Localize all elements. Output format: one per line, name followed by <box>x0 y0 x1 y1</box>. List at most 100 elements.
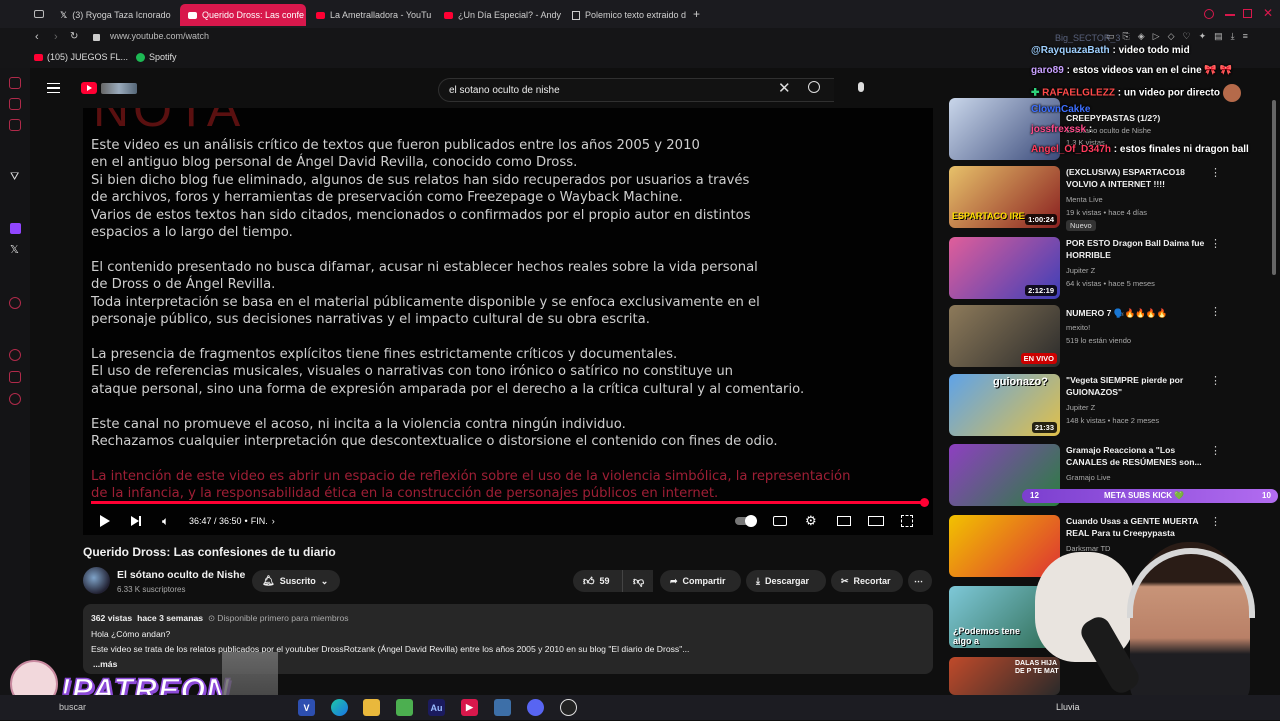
history-icon[interactable] <box>9 349 21 361</box>
autoplay-toggle[interactable] <box>735 512 757 530</box>
news-icon[interactable] <box>9 119 21 131</box>
miniplayer-button[interactable] <box>837 512 851 530</box>
puzzle-icon[interactable]: ✦ <box>1199 31 1215 41</box>
tab-ametralladora[interactable]: La Ametralladora - YouTu <box>308 4 434 26</box>
vscode-app-icon[interactable] <box>494 699 511 716</box>
recommendation-item[interactable]: ESPARTACO IRE 1:00:24 (EXCLUSIVA) ESPART… <box>949 166 1221 231</box>
tab-polemico-texto[interactable]: Polemico texto extraido d <box>564 4 690 26</box>
chevron-right-icon[interactable]: › <box>272 516 275 526</box>
tab-un-dia-especial[interactable]: ¿Un Día Especial? - Andy <box>436 4 562 26</box>
workspace-icon[interactable] <box>9 77 21 89</box>
video-thumbnail[interactable]: EN VIVO <box>949 305 1060 367</box>
weather-label[interactable]: Lluvia <box>1056 702 1080 712</box>
search-input[interactable]: el sotano oculto de nishe <box>438 78 834 102</box>
play-icon[interactable]: ▷ <box>1153 31 1168 41</box>
recommendation-title[interactable]: "Vegeta SIEMPRE pierde por GUIONAZOS" <box>1066 374 1206 398</box>
recommendation-channel[interactable]: Gramajo Live <box>1066 473 1111 482</box>
more-vertical-icon[interactable]: ⋮ <box>1210 166 1221 179</box>
chapter-label[interactable]: FIN. <box>251 516 268 526</box>
guide-menu-icon[interactable] <box>47 83 60 93</box>
tab-menu-icon[interactable] <box>34 10 44 18</box>
progress-bar[interactable] <box>91 498 929 507</box>
scrub-handle[interactable] <box>919 498 929 507</box>
volume-button[interactable]: 🔈︎ <box>162 512 169 530</box>
recommendation-item[interactable]: EN VIVO NUMERO 7 🗣️🔥🔥🔥🔥 mexito! 519 lo e… <box>949 305 1221 369</box>
new-tab-plus-icon[interactable]: + <box>693 7 700 21</box>
extensions-icon[interactable] <box>9 371 21 383</box>
download-icon[interactable]: ⤓ <box>1231 31 1243 41</box>
reload-icon[interactable]: ↻ <box>70 31 78 42</box>
gaming-icon[interactable] <box>9 98 21 110</box>
cube-icon[interactable]: ◇ <box>1168 31 1183 41</box>
more-vertical-icon[interactable]: ⋮ <box>1210 305 1221 318</box>
snapshot-icon[interactable]: ⎘ <box>1123 31 1138 41</box>
video-thumbnail[interactable]: ESPARTACO IRE 1:00:24 <box>949 166 1060 228</box>
bookmark-juegos[interactable]: (105) JUEGOS FL... <box>34 52 128 62</box>
recommendation-channel[interactable]: mexito! <box>1066 323 1090 332</box>
fullscreen-button[interactable] <box>901 512 913 530</box>
taskbar-search-label[interactable]: buscar <box>59 702 86 712</box>
obs-app-icon[interactable] <box>560 699 577 716</box>
settings-icon[interactable] <box>9 393 21 405</box>
subtitles-button[interactable] <box>773 512 787 530</box>
forward-icon[interactable]: › <box>54 31 58 43</box>
heart-icon[interactable]: ♡ <box>1182 31 1198 41</box>
search-button[interactable] <box>808 81 820 93</box>
clip-button[interactable]: ✂ Recortar <box>831 570 903 592</box>
vpn-icon[interactable]: ◈ <box>1138 31 1153 41</box>
theater-mode-button[interactable] <box>868 512 884 530</box>
recommendation-channel[interactable]: Menta Live <box>1066 195 1103 204</box>
settings-button[interactable]: ⚙ <box>805 512 817 530</box>
recommendation-title[interactable]: (EXCLUSIVA) ESPARTACO18 VOLVIO A INTERNE… <box>1066 166 1206 190</box>
wallet-icon[interactable]: ▤ <box>1214 31 1231 41</box>
show-more-link[interactable]: ...más <box>91 659 925 669</box>
video-thumbnail[interactable]: guionazo? 21:33 <box>949 374 1060 436</box>
more-vertical-icon[interactable]: ⋮ <box>1210 237 1221 250</box>
recommendation-title[interactable]: POR ESTO Dragon Ball Daima fue HORRIBLE <box>1066 237 1206 261</box>
tab-querido-dross[interactable]: Querido Dross: Las confe <box>180 4 306 26</box>
video-player[interactable]: NOTA Este video es un análisis crítico d… <box>83 108 933 535</box>
back-icon[interactable]: ‹ <box>35 31 39 43</box>
menu-icon[interactable]: ≡ <box>1243 31 1256 41</box>
dislike-button[interactable]: 👎︎ <box>622 570 652 592</box>
tab-search-icon[interactable] <box>1204 9 1214 19</box>
audition-app-icon[interactable]: Au <box>428 699 445 716</box>
channel-name[interactable]: El sótano oculto de Nishe <box>117 569 245 581</box>
edge-app-icon[interactable] <box>331 699 348 716</box>
more-vertical-icon[interactable]: ⋮ <box>1210 374 1221 387</box>
twitch-icon[interactable] <box>10 223 21 234</box>
discord-app-icon[interactable] <box>527 699 544 716</box>
recommendation-item[interactable]: guionazo? 21:33 "Vegeta SIEMPRE pierde p… <box>949 374 1221 438</box>
voice-search-mic-icon[interactable] <box>858 82 864 92</box>
maximize-window-icon[interactable] <box>1243 9 1252 18</box>
recommendation-channel[interactable]: Jupiter Z <box>1066 403 1095 412</box>
share-button[interactable]: ➦ Compartir <box>660 570 741 592</box>
more-actions-button[interactable]: ⋯ <box>908 570 932 592</box>
bookmark-spotify[interactable]: Spotify <box>136 52 177 62</box>
subscribed-button[interactable]: 🔔︎ Suscrito ⌄ <box>252 570 340 592</box>
close-window-icon[interactable]: ✕ <box>1263 6 1273 20</box>
video-thumbnail[interactable]: 2:12:19 <box>949 237 1060 299</box>
description-box[interactable]: 362 vistas hace 3 semanas ⊙ Disponible p… <box>83 604 933 674</box>
youtube-logo-icon[interactable] <box>81 82 97 94</box>
clear-search-icon[interactable]: ✕ <box>778 79 791 97</box>
aria-ai-icon[interactable]: ⛛ <box>10 171 19 184</box>
opera-app-icon[interactable]: ▶ <box>461 699 478 716</box>
file-explorer-icon[interactable] <box>363 699 380 716</box>
play-button[interactable] <box>100 512 110 530</box>
vegas-app-icon[interactable]: V <box>298 699 315 716</box>
x-twitter-icon[interactable]: 𝕏 <box>10 243 19 256</box>
next-button[interactable] <box>131 512 141 530</box>
channel-avatar[interactable] <box>83 567 110 594</box>
url-field[interactable]: www.youtube.com/watch <box>110 31 209 41</box>
minimize-window-icon[interactable] <box>1225 14 1235 16</box>
tab-ryoga[interactable]: 𝕏 (3) Ryoga Taza Icnorado <box>52 4 174 26</box>
store-app-icon[interactable] <box>396 699 413 716</box>
recommendation-item[interactable]: 2:12:19 POR ESTO Dragon Ball Daima fue H… <box>949 237 1221 301</box>
recommendation-title[interactable]: NUMERO 7 🗣️🔥🔥🔥🔥 <box>1066 307 1206 319</box>
recommendation-channel[interactable]: Jupiter Z <box>1066 266 1095 275</box>
recommendation-title[interactable]: Gramajo Reacciona a "Los CANALES de RESÚ… <box>1066 444 1206 468</box>
download-button[interactable]: ⤓ Descargar <box>746 570 826 592</box>
player-icon[interactable] <box>9 297 21 309</box>
more-vertical-icon[interactable]: ⋮ <box>1210 444 1221 457</box>
